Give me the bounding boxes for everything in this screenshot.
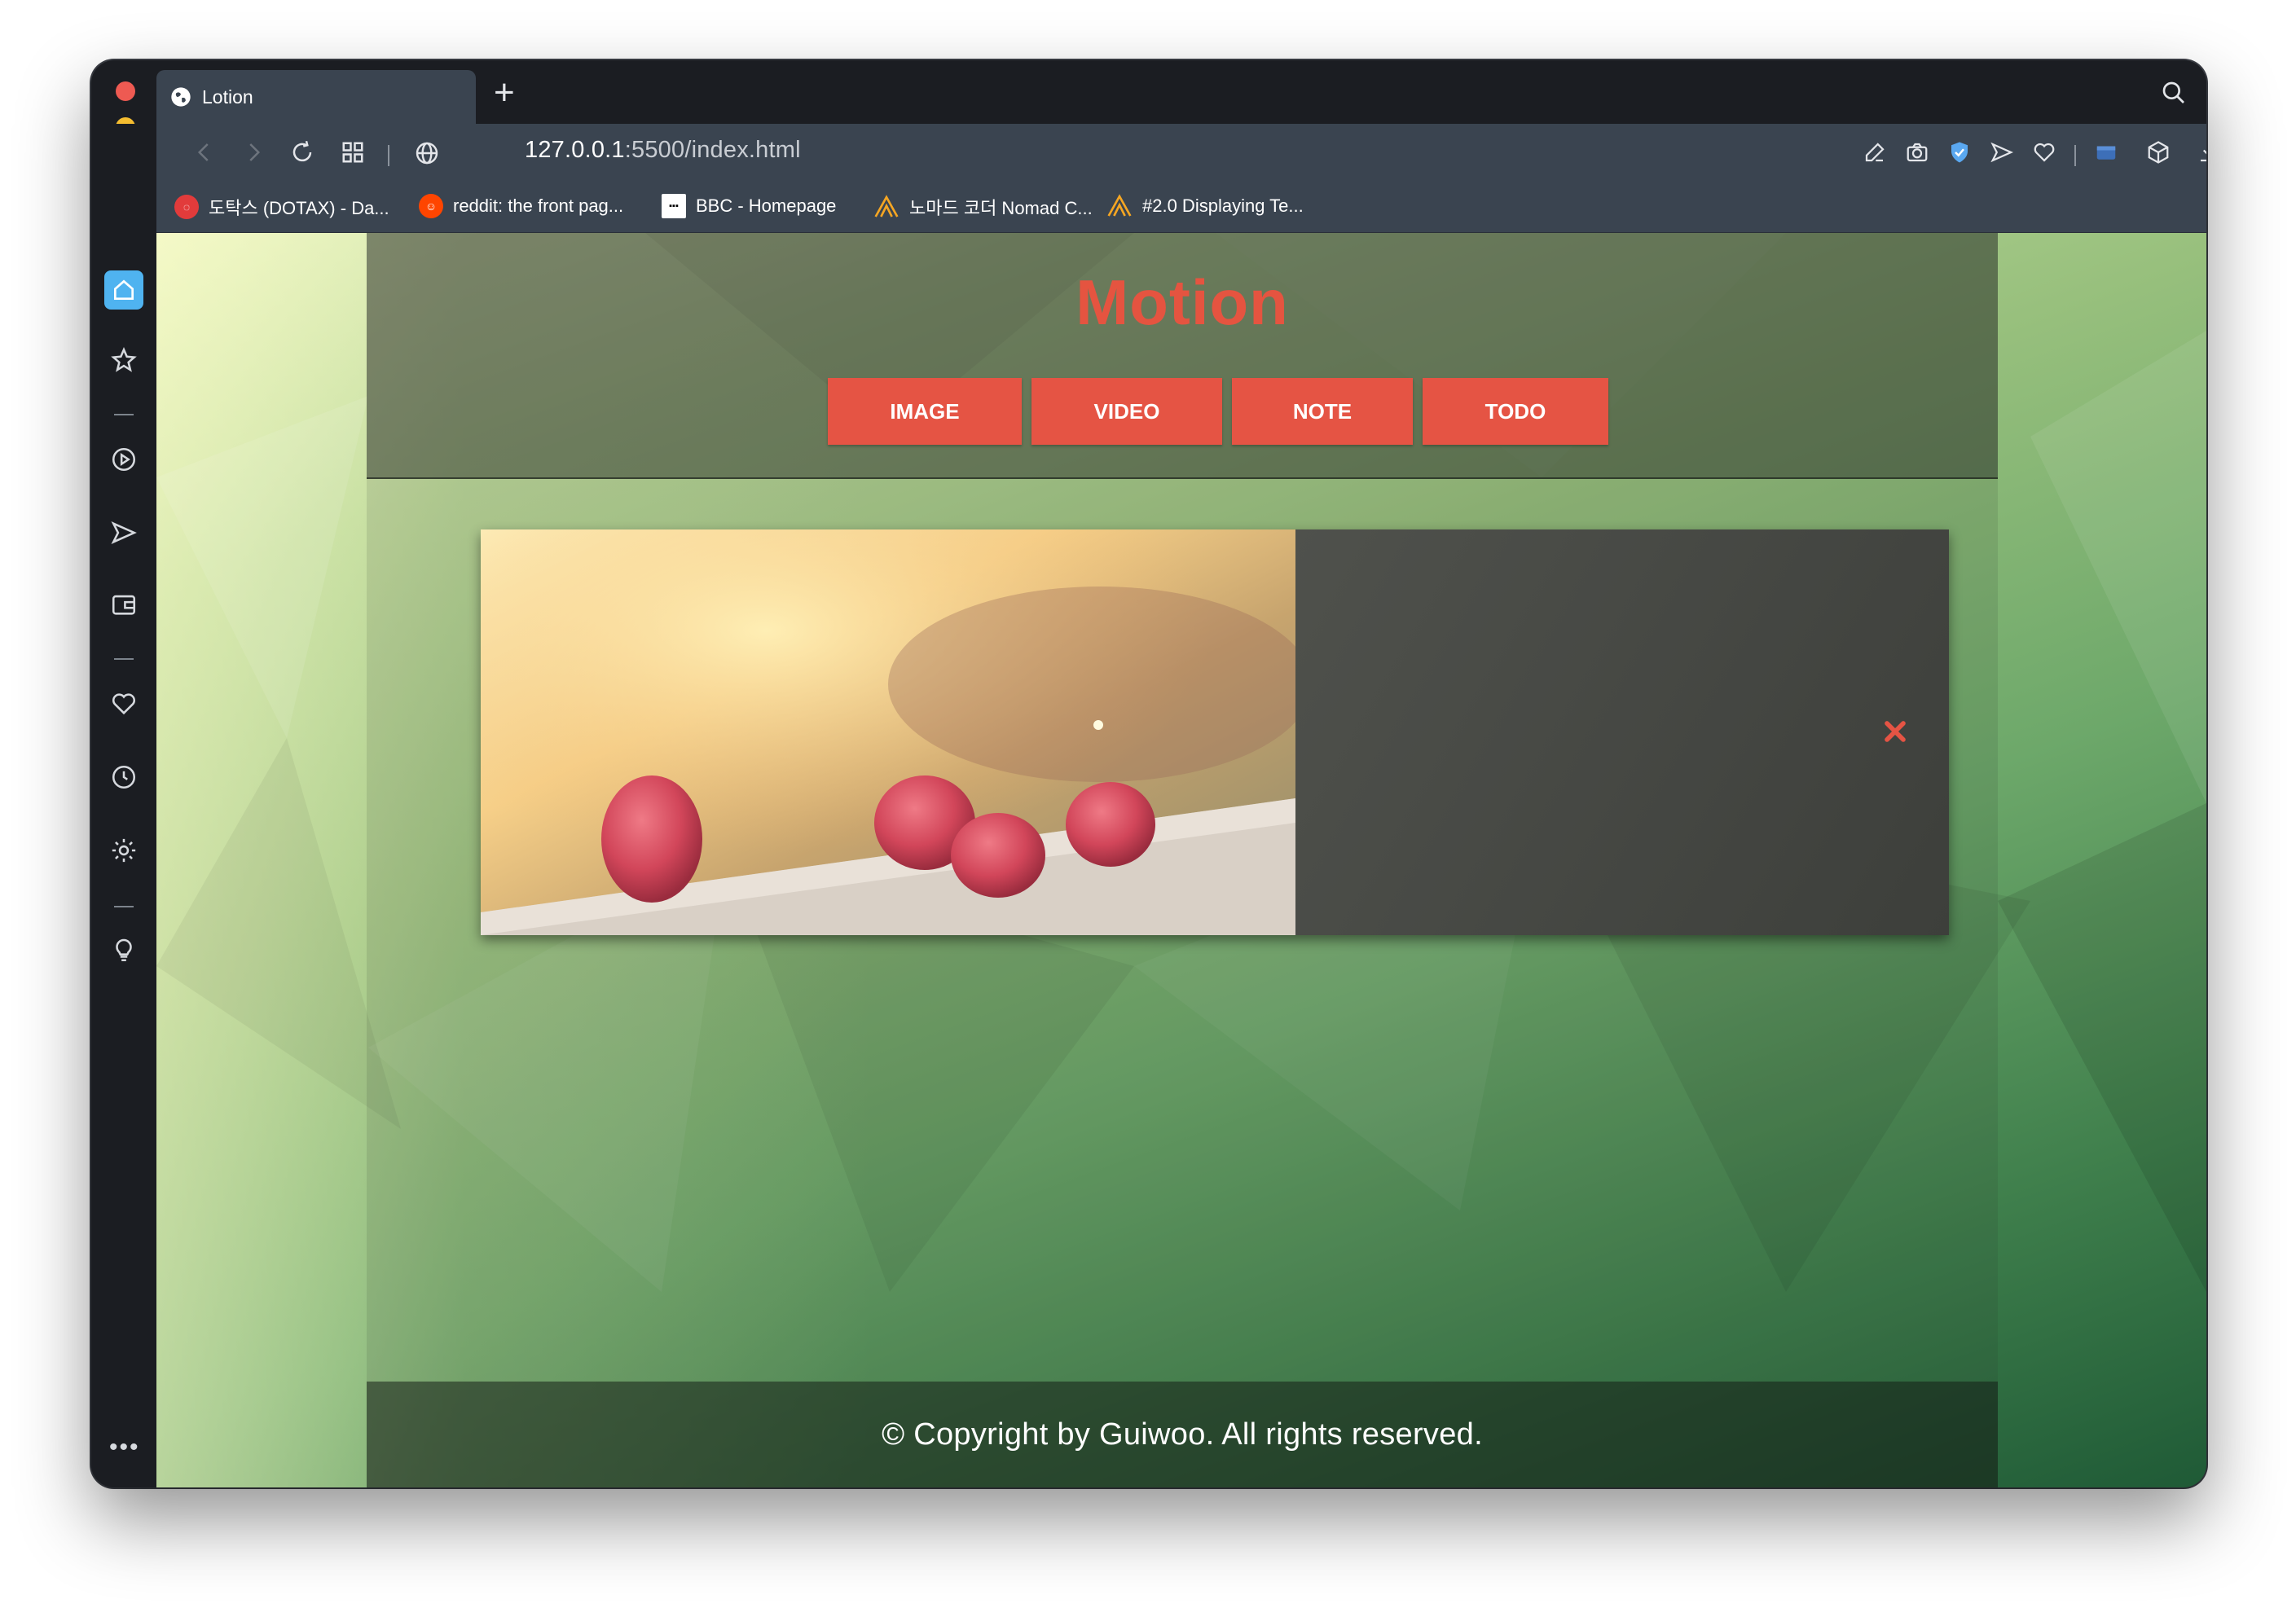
image-button[interactable]: IMAGE [828,378,1022,445]
bookmark-label: BBC - Homepage [696,196,837,216]
history-clock-icon[interactable] [108,761,140,793]
app-header: Motion IMAGE VIDEO NOTE TODO [367,233,1998,479]
lightbulb-icon[interactable] [108,934,140,966]
todo-button[interactable]: TODO [1423,378,1608,445]
browser-tab-active[interactable]: Lotion [156,70,476,124]
shield-icon[interactable] [1947,140,1972,165]
star-icon[interactable] [108,344,140,376]
back-icon[interactable] [192,140,217,165]
close-window-button[interactable] [116,81,135,101]
address-bar[interactable]: 127.0.0.1:5500/index.html [525,137,801,164]
toolbar-divider [2074,145,2076,166]
search-icon[interactable] [2161,80,2187,106]
send-icon[interactable] [1990,140,2014,165]
send-icon[interactable] [108,516,140,549]
bbc-icon: ▪▪▪ [662,194,686,218]
player-icon[interactable] [108,443,140,476]
heart-icon[interactable] [108,688,140,720]
copyright-text: © Copyright by Guiwoo. All rights reserv… [882,1417,1483,1452]
bookmark-item[interactable]: #2.0 Displaying Te... [1106,194,1304,218]
sidebar-divider [114,414,134,415]
bookmarks-bar: ◌ 도탁스 (DOTAX) - Da... ☺ reddit: the fron… [156,182,2206,233]
image-card [481,529,1949,935]
globe-icon [171,87,191,107]
tab-grid-icon[interactable] [341,140,365,165]
navigation-toolbar: 127.0.0.1:5500/index.html [156,124,2206,182]
url-path: :5500/index.html [624,137,801,163]
bookmark-item[interactable]: 노마드 코더 Nomad C... [873,194,1093,220]
page-viewport: Motion IMAGE VIDEO NOTE TODO © Copyright… [156,233,2206,1487]
sidebar-divider [114,906,134,907]
browser-sidebar: ••• [91,124,156,1487]
url-host: 127.0.0.1 [525,137,625,163]
bookmark-label: 노마드 코더 Nomad C... [909,198,1093,218]
tab-strip: Lotion + [156,60,2206,124]
home-icon[interactable] [104,270,143,310]
bookmark-label: #2.0 Displaying Te... [1142,196,1304,216]
raspberries-photo [481,529,1295,935]
browser-window: Lotion + 127.0.0.1:5500/index.html ◌ 도탁스 [91,60,2206,1487]
heart-icon[interactable] [2032,140,2056,165]
page-title: Motion [1075,266,1289,338]
edit-icon[interactable] [1863,140,1887,165]
sidebar-divider [114,658,134,660]
page-footer: © Copyright by Guiwoo. All rights reserv… [367,1382,1998,1487]
bookmark-label: 도탁스 (DOTAX) - Da... [209,198,389,218]
nomad-coders-icon [874,195,899,217]
tab-title: Lotion [202,86,253,108]
wallet-icon[interactable] [108,588,140,621]
reddit-icon: ☺ [419,194,443,218]
new-tab-button[interactable]: + [494,75,515,111]
close-icon[interactable] [1880,717,1910,746]
reload-icon[interactable] [290,140,314,165]
forward-icon[interactable] [241,140,266,165]
nomad-coders-icon [1107,194,1132,217]
toolbar-divider [388,145,389,166]
wallet-icon[interactable] [2094,140,2118,165]
settings-gear-icon[interactable] [108,834,140,867]
cube-icon[interactable] [2146,140,2171,165]
camera-icon[interactable] [1905,140,1929,165]
site-info-globe-icon[interactable] [414,140,440,166]
bookmark-label: reddit: the front pag... [453,196,624,216]
video-button[interactable]: VIDEO [1031,378,1222,445]
bookmark-item[interactable]: ◌ 도탁스 (DOTAX) - Da... [174,194,389,220]
bookmark-item[interactable]: ▪▪▪ BBC - Homepage [662,194,836,218]
dotax-icon: ◌ [174,195,199,219]
more-icon[interactable]: ••• [109,1434,140,1461]
bookmark-item[interactable]: ☺ reddit: the front pag... [419,194,623,218]
download-icon[interactable] [2197,140,2206,165]
note-button[interactable]: NOTE [1232,378,1413,445]
